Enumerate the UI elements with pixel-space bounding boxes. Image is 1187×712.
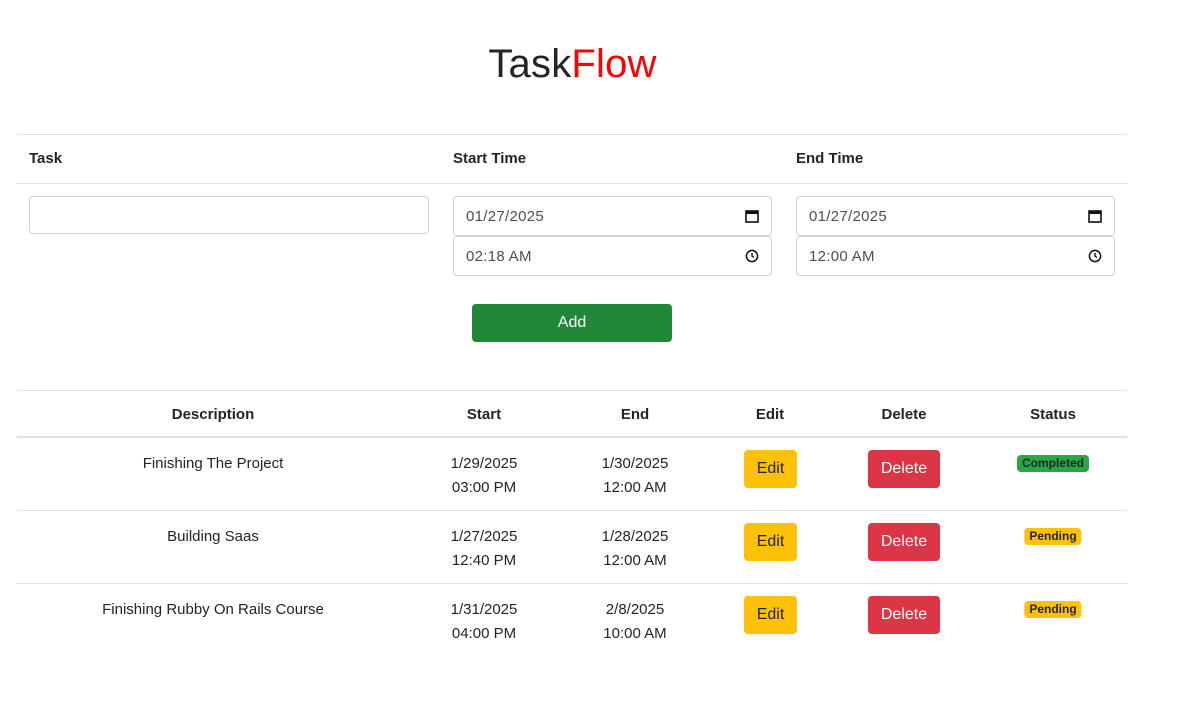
header-end: End	[620, 406, 650, 423]
app-title-part1: Task	[488, 42, 572, 86]
task-start: 1/29/2025 03:00 PM	[451, 452, 518, 500]
task-end: 1/30/2025 12:00 AM	[602, 452, 669, 500]
start-time: 04:00 PM	[451, 625, 517, 642]
start-date-value: 01/27/2025	[466, 207, 545, 225]
edit-button[interactable]: Edit	[744, 523, 797, 561]
start-date-input[interactable]: 01/27/2025	[453, 196, 772, 236]
delete-button[interactable]: Delete	[868, 596, 940, 634]
header-description: Description	[171, 406, 255, 423]
table-row: Finishing The Project 1/29/2025 03:00 PM …	[17, 438, 1127, 511]
end-time: 12:00 AM	[603, 479, 667, 496]
end-time-input[interactable]: 12:00 AM	[796, 236, 1115, 276]
task-column-label: Task	[29, 150, 63, 167]
table-row: Finishing Rubby On Rails Course 1/31/202…	[17, 584, 1127, 657]
start-time-input[interactable]: 02:18 AM	[453, 236, 772, 276]
app-title: TaskFlow	[0, 40, 1145, 88]
start-date: 1/31/2025	[450, 601, 518, 618]
header-start: Start	[466, 406, 502, 423]
start-time: 03:00 PM	[451, 479, 517, 496]
end-date: 2/8/2025	[605, 601, 665, 618]
task-table: Description Start End Edit Delete Status…	[17, 390, 1127, 657]
clock-icon[interactable]	[1088, 249, 1102, 263]
task-start: 1/31/2025 04:00 PM	[451, 598, 518, 646]
end-time: 10:00 AM	[603, 625, 667, 642]
header-delete: Delete	[881, 406, 927, 423]
form-header-row: Task Start Time End Time	[17, 134, 1127, 184]
header-status: Status	[1030, 406, 1076, 423]
task-description: Building Saas	[167, 528, 259, 545]
task-description: Finishing The Project	[142, 455, 284, 472]
status-badge: Completed	[1016, 455, 1090, 472]
calendar-icon[interactable]	[1088, 209, 1102, 223]
header-edit: Edit	[755, 406, 785, 423]
task-start: 1/27/2025 12:40 PM	[451, 525, 518, 573]
delete-button[interactable]: Delete	[868, 523, 940, 561]
status-badge: Pending	[1024, 601, 1082, 618]
start-time-value: 02:18 AM	[466, 247, 532, 265]
end-date-input[interactable]: 01/27/2025	[796, 196, 1115, 236]
task-description: Finishing Rubby On Rails Course	[102, 601, 324, 618]
task-end: 2/8/2025 10:00 AM	[603, 598, 666, 646]
table-row: Building Saas 1/27/2025 12:40 PM 1/28/202…	[17, 511, 1127, 584]
end-time: 12:00 AM	[603, 552, 667, 569]
add-button[interactable]: Add	[472, 304, 672, 342]
task-form: Task Start Time End Time	[17, 134, 1127, 184]
start-date: 1/29/2025	[450, 455, 518, 472]
end-date-value: 01/27/2025	[809, 207, 888, 225]
task-end: 1/28/2025 12:00 AM	[602, 525, 669, 573]
start-time: 12:40 PM	[451, 552, 517, 569]
end-date: 1/30/2025	[601, 455, 669, 472]
end-date: 1/28/2025	[601, 528, 669, 545]
start-date: 1/27/2025	[450, 528, 518, 545]
task-input[interactable]	[29, 196, 429, 234]
end-time-value: 12:00 AM	[809, 247, 875, 265]
edit-button[interactable]: Edit	[744, 450, 797, 488]
status-badge: Pending	[1024, 528, 1082, 545]
edit-button[interactable]: Edit	[744, 596, 797, 634]
calendar-icon[interactable]	[745, 209, 759, 223]
delete-button[interactable]: Delete	[868, 450, 940, 488]
end-time-column-label: End Time	[796, 150, 864, 167]
table-header: Description Start End Edit Delete Status	[17, 390, 1127, 438]
app-title-part2: Flow	[571, 42, 657, 86]
start-time-column-label: Start Time	[453, 150, 527, 167]
clock-icon[interactable]	[745, 249, 759, 263]
